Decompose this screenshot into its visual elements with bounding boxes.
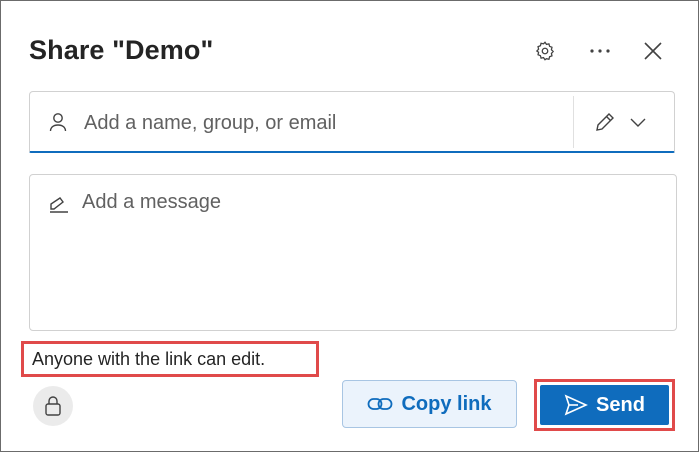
link-settings-button[interactable]: Anyone with the link can edit. <box>21 341 319 377</box>
message-input[interactable] <box>82 191 652 311</box>
pencil-icon <box>596 113 614 131</box>
send-button[interactable]: Send <box>540 385 669 425</box>
link-icon <box>368 398 393 410</box>
chevron-down-icon <box>630 118 646 127</box>
lock-icon <box>45 396 61 416</box>
compose-icon <box>50 197 68 213</box>
send-label: Send <box>596 393 645 416</box>
send-icon <box>564 394 588 416</box>
permission-dropdown-button[interactable] <box>585 102 665 142</box>
recipients-field <box>29 91 675 153</box>
link-settings-label: Anyone with the link can edit. <box>32 348 266 369</box>
recipients-input[interactable] <box>82 106 566 140</box>
copy-link-label: Copy link <box>401 392 492 415</box>
lock-button[interactable] <box>33 386 73 426</box>
copy-link-button[interactable]: Copy link <box>342 380 517 428</box>
gear-icon[interactable] <box>531 37 559 65</box>
message-field <box>29 174 677 331</box>
more-options-icon[interactable] <box>586 37 614 65</box>
send-highlight: Send <box>534 379 675 431</box>
dialog-title: Share "Demo" <box>29 35 214 65</box>
share-dialog: Share "Demo" Add a name, group, or email… <box>0 0 699 452</box>
divider <box>573 96 574 148</box>
close-icon[interactable] <box>639 37 667 65</box>
person-icon <box>49 113 67 132</box>
